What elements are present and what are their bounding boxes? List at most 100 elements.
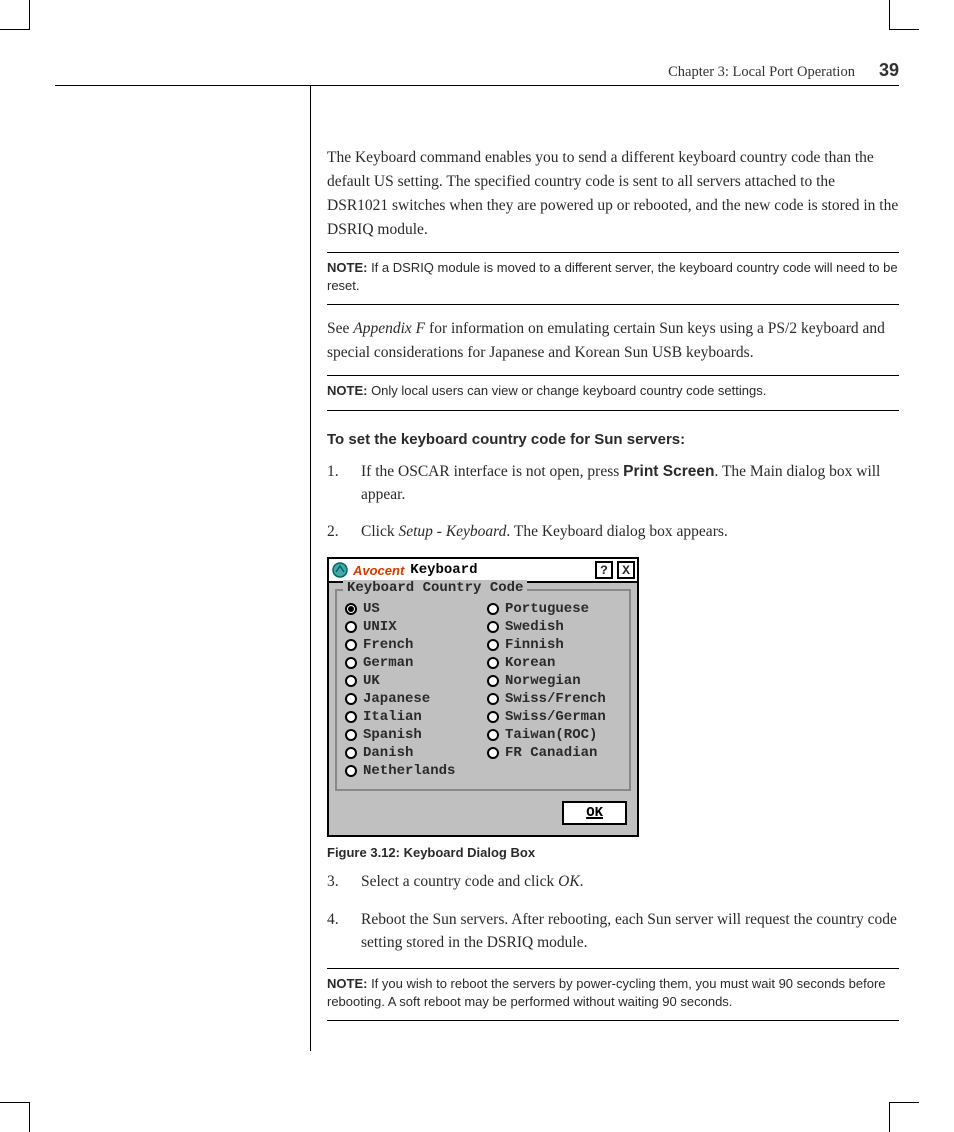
crop-mark-bl: [0, 1102, 30, 1132]
figure-caption: Figure 3.12: Keyboard Dialog Box: [327, 845, 899, 860]
option-label: Swiss/French: [505, 691, 606, 707]
page-frame: Chapter 3: Local Port Operation 39 The K…: [55, 60, 899, 1102]
intro-paragraph: The Keyboard command enables you to send…: [327, 146, 899, 242]
crop-mark-tr: [889, 0, 919, 30]
radio-option[interactable]: Spanish: [345, 727, 481, 743]
option-label: French: [363, 637, 413, 653]
option-label: Norwegian: [505, 673, 581, 689]
option-label: Swedish: [505, 619, 564, 635]
radio-option[interactable]: Portuguese: [487, 601, 623, 617]
key-name: Print Screen: [623, 463, 714, 480]
step-2: Click Setup - Keyboard. The Keyboard dia…: [327, 520, 899, 543]
country-code-group: Keyboard Country Code US UNIX French Ger…: [335, 589, 631, 791]
radio-icon: [345, 747, 357, 759]
option-label: Italian: [363, 709, 422, 725]
step-3: Select a country code and click OK.: [327, 870, 899, 893]
crop-mark-tl: [0, 0, 30, 30]
appendix-ref: Appendix F: [353, 320, 425, 337]
radio-icon: [345, 675, 357, 687]
option-label: Netherlands: [363, 763, 455, 779]
radio-option[interactable]: Italian: [345, 709, 481, 725]
radio-icon: [345, 639, 357, 651]
radio-option[interactable]: Japanese: [345, 691, 481, 707]
text-run: Reboot the Sun servers. After rebooting,…: [361, 911, 897, 951]
note-text: Only local users can view or change keyb…: [367, 383, 766, 398]
note-box-1: NOTE: If a DSRIQ module is moved to a di…: [327, 252, 899, 305]
radio-icon: [487, 729, 499, 741]
chapter-title: Chapter 3: Local Port Operation: [668, 64, 855, 81]
radio-option[interactable]: German: [345, 655, 481, 671]
option-label: Spanish: [363, 727, 422, 743]
option-label: Japanese: [363, 691, 430, 707]
radio-icon: [345, 657, 357, 669]
radio-option[interactable]: French: [345, 637, 481, 653]
note-text: If a DSRIQ module is moved to a differen…: [327, 260, 898, 293]
note-label: NOTE:: [327, 260, 367, 275]
radio-icon: [487, 603, 499, 615]
body-column: The Keyboard command enables you to send…: [310, 86, 899, 1051]
radio-option[interactable]: Norwegian: [487, 673, 623, 689]
note-label: NOTE:: [327, 976, 367, 991]
radio-icon: [487, 621, 499, 633]
option-label: US: [363, 601, 380, 617]
text-run: See: [327, 320, 353, 337]
crop-mark-br: [889, 1102, 919, 1132]
note-text: If you wish to reboot the servers by pow…: [327, 976, 886, 1009]
radio-icon: [487, 639, 499, 651]
procedure-steps: If the OSCAR interface is not open, pres…: [327, 460, 899, 544]
radio-option[interactable]: US: [345, 601, 481, 617]
dialog-title-text: Keyboard: [410, 562, 477, 578]
text-run: Select a country code and click: [361, 873, 558, 890]
text-run: . The Keyboard dialog box appears.: [506, 523, 727, 540]
radio-option[interactable]: Swiss/French: [487, 691, 623, 707]
keyboard-dialog: Avocent Keyboard ? X Keyboard Country Co…: [327, 557, 639, 837]
option-label: UNIX: [363, 619, 397, 635]
option-label: German: [363, 655, 413, 671]
radio-icon: [345, 711, 357, 723]
radio-icon: [345, 603, 357, 615]
radio-option[interactable]: Swiss/German: [487, 709, 623, 725]
option-label: Swiss/German: [505, 709, 606, 725]
text-run: Click: [361, 523, 398, 540]
radio-option[interactable]: Netherlands: [345, 763, 481, 779]
text-run: .: [580, 873, 584, 890]
radio-icon: [345, 729, 357, 741]
radio-option[interactable]: FR Canadian: [487, 745, 623, 761]
avocent-logo-icon: [331, 561, 349, 579]
text-run: If the OSCAR interface is not open, pres…: [361, 463, 623, 480]
radio-icon: [345, 765, 357, 777]
close-icon: X: [622, 564, 630, 577]
help-icon: ?: [600, 564, 608, 577]
close-button[interactable]: X: [617, 561, 635, 579]
option-label: Taiwan(ROC): [505, 727, 597, 743]
options-col-right: Portuguese Swedish Finnish Korean Norweg…: [487, 599, 623, 781]
radio-icon: [345, 621, 357, 633]
running-header: Chapter 3: Local Port Operation 39: [55, 60, 899, 86]
note-box-3: NOTE: If you wish to reboot the servers …: [327, 968, 899, 1021]
ok-button[interactable]: OK: [562, 801, 627, 825]
help-button[interactable]: ?: [595, 561, 613, 579]
group-legend: Keyboard Country Code: [343, 580, 527, 596]
option-label: Danish: [363, 745, 413, 761]
radio-option[interactable]: Korean: [487, 655, 623, 671]
radio-option[interactable]: UK: [345, 673, 481, 689]
paragraph-appendix: See Appendix F for information on emulat…: [327, 317, 899, 365]
procedure-steps-cont: Select a country code and click OK. Rebo…: [327, 870, 899, 954]
radio-icon: [345, 693, 357, 705]
option-label: Korean: [505, 655, 555, 671]
radio-option[interactable]: Finnish: [487, 637, 623, 653]
radio-icon: [487, 657, 499, 669]
radio-icon: [487, 693, 499, 705]
radio-option[interactable]: UNIX: [345, 619, 481, 635]
step-1: If the OSCAR interface is not open, pres…: [327, 460, 899, 507]
radio-icon: [487, 675, 499, 687]
radio-option[interactable]: Taiwan(ROC): [487, 727, 623, 743]
radio-option[interactable]: Danish: [345, 745, 481, 761]
dialog-body: Keyboard Country Code US UNIX French Ger…: [329, 583, 637, 835]
note-label: NOTE:: [327, 383, 367, 398]
radio-option[interactable]: Swedish: [487, 619, 623, 635]
option-label: UK: [363, 673, 380, 689]
option-label: Portuguese: [505, 601, 589, 617]
option-label: FR Canadian: [505, 745, 597, 761]
step-4: Reboot the Sun servers. After rebooting,…: [327, 908, 899, 955]
